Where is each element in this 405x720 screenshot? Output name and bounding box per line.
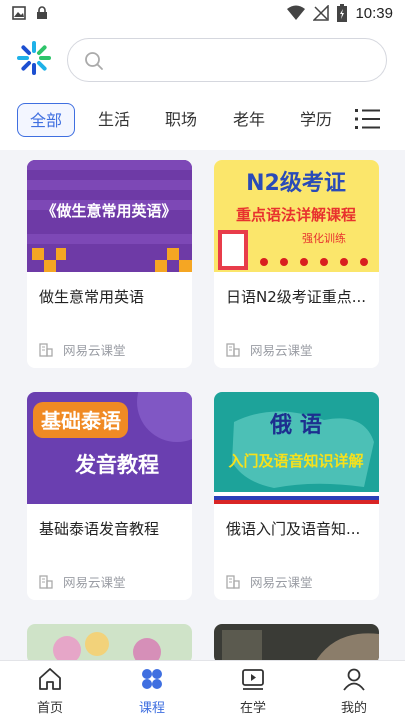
search-icon — [85, 52, 103, 70]
no-signal-icon — [313, 5, 330, 21]
thumb-text-1: N2级考证 — [246, 170, 346, 196]
nav-courses[interactable]: 课程 — [122, 667, 182, 716]
tab-all[interactable]: 全部 — [17, 103, 75, 137]
course-card[interactable]: 《做生意常用英语》 做生意常用英语 网易云课堂 — [27, 160, 192, 368]
tab-life[interactable]: 生活 — [89, 103, 139, 137]
course-card[interactable] — [214, 624, 379, 664]
tab-workplace[interactable]: 职场 — [156, 103, 206, 137]
course-source: 网易云课堂 — [226, 340, 313, 359]
courses-icon — [142, 669, 162, 689]
course-title: 俄语入门及语音知... — [226, 520, 361, 538]
course-title: 日语N2级考证重点... — [226, 288, 367, 306]
building-icon — [226, 574, 240, 589]
wifi-icon — [287, 5, 306, 20]
course-thumbnail — [214, 624, 379, 664]
profile-icon — [343, 668, 365, 691]
nav-home-label: 首页 — [36, 701, 63, 716]
home-icon — [39, 668, 61, 690]
thumb-text-2: 入门及语音知识详解 — [228, 452, 363, 470]
thumb-text: 《做生意常用英语》 — [41, 202, 176, 220]
course-thumbnail: 基础泰语 发音教程 — [27, 392, 192, 504]
course-source: 网易云课堂 — [39, 340, 126, 359]
lock-icon — [37, 6, 47, 19]
search-input[interactable] — [67, 38, 387, 82]
status-bar: 10:39 — [0, 0, 405, 28]
course-source-label: 网易云课堂 — [250, 343, 313, 358]
course-thumbnail — [27, 624, 192, 664]
course-source: 网易云课堂 — [39, 572, 126, 591]
building-icon — [226, 342, 240, 357]
thumb-text-2: 重点语法详解课程 — [236, 206, 356, 224]
thumb-text-2: 发音教程 — [74, 453, 159, 477]
nav-profile[interactable]: 我的 — [324, 667, 384, 716]
bottom-navigation: 首页 课程 在学 我的 — [0, 660, 405, 720]
category-tabs: 全部 生活 职场 老年 学历 — [0, 94, 405, 150]
course-source-label: 网易云课堂 — [250, 575, 313, 590]
nav-courses-label: 课程 — [138, 701, 165, 716]
nav-home[interactable]: 首页 — [20, 667, 80, 716]
course-card[interactable]: N2级考证 重点语法详解课程 强化训练 日语N2级考证重点... 网易云课堂 — [214, 160, 379, 368]
nav-profile-label: 我的 — [340, 701, 367, 716]
tab-degree[interactable]: 学历 — [291, 103, 341, 137]
course-source-label: 网易云课堂 — [63, 575, 126, 590]
nav-learning[interactable]: 在学 — [223, 667, 283, 716]
course-thumbnail: 俄 语 入门及语音知识详解 — [214, 392, 379, 504]
course-title: 做生意常用英语 — [39, 288, 145, 306]
course-title: 基础泰语发音教程 — [39, 520, 160, 538]
tab-elderly[interactable]: 老年 — [224, 103, 274, 137]
thumb-text-3: 强化训练 — [302, 231, 346, 245]
course-card[interactable]: 俄 语 入门及语音知识详解 俄语入门及语音知... 网易云课堂 — [214, 392, 379, 600]
building-icon — [39, 342, 53, 357]
gallery-icon — [12, 6, 26, 20]
top-header — [0, 28, 405, 94]
course-card[interactable]: 基础泰语 发音教程 基础泰语发音教程 网易云课堂 — [27, 392, 192, 600]
course-source-label: 网易云课堂 — [63, 343, 126, 358]
status-time: 10:39 — [355, 4, 393, 22]
course-source: 网易云课堂 — [226, 572, 313, 591]
building-icon — [39, 574, 53, 589]
course-card[interactable] — [27, 624, 192, 664]
category-menu-icon[interactable] — [355, 107, 381, 131]
thumb-text-1: 俄 语 — [269, 413, 322, 438]
course-thumbnail: 《做生意常用英语》 — [27, 160, 192, 272]
app-logo-icon — [17, 41, 51, 75]
nav-learning-label: 在学 — [239, 701, 266, 716]
thumb-text-1: 基础泰语 — [41, 409, 121, 433]
course-thumbnail: N2级考证 重点语法详解课程 强化训练 — [214, 160, 379, 272]
learning-icon — [242, 669, 264, 690]
battery-icon — [337, 4, 348, 22]
